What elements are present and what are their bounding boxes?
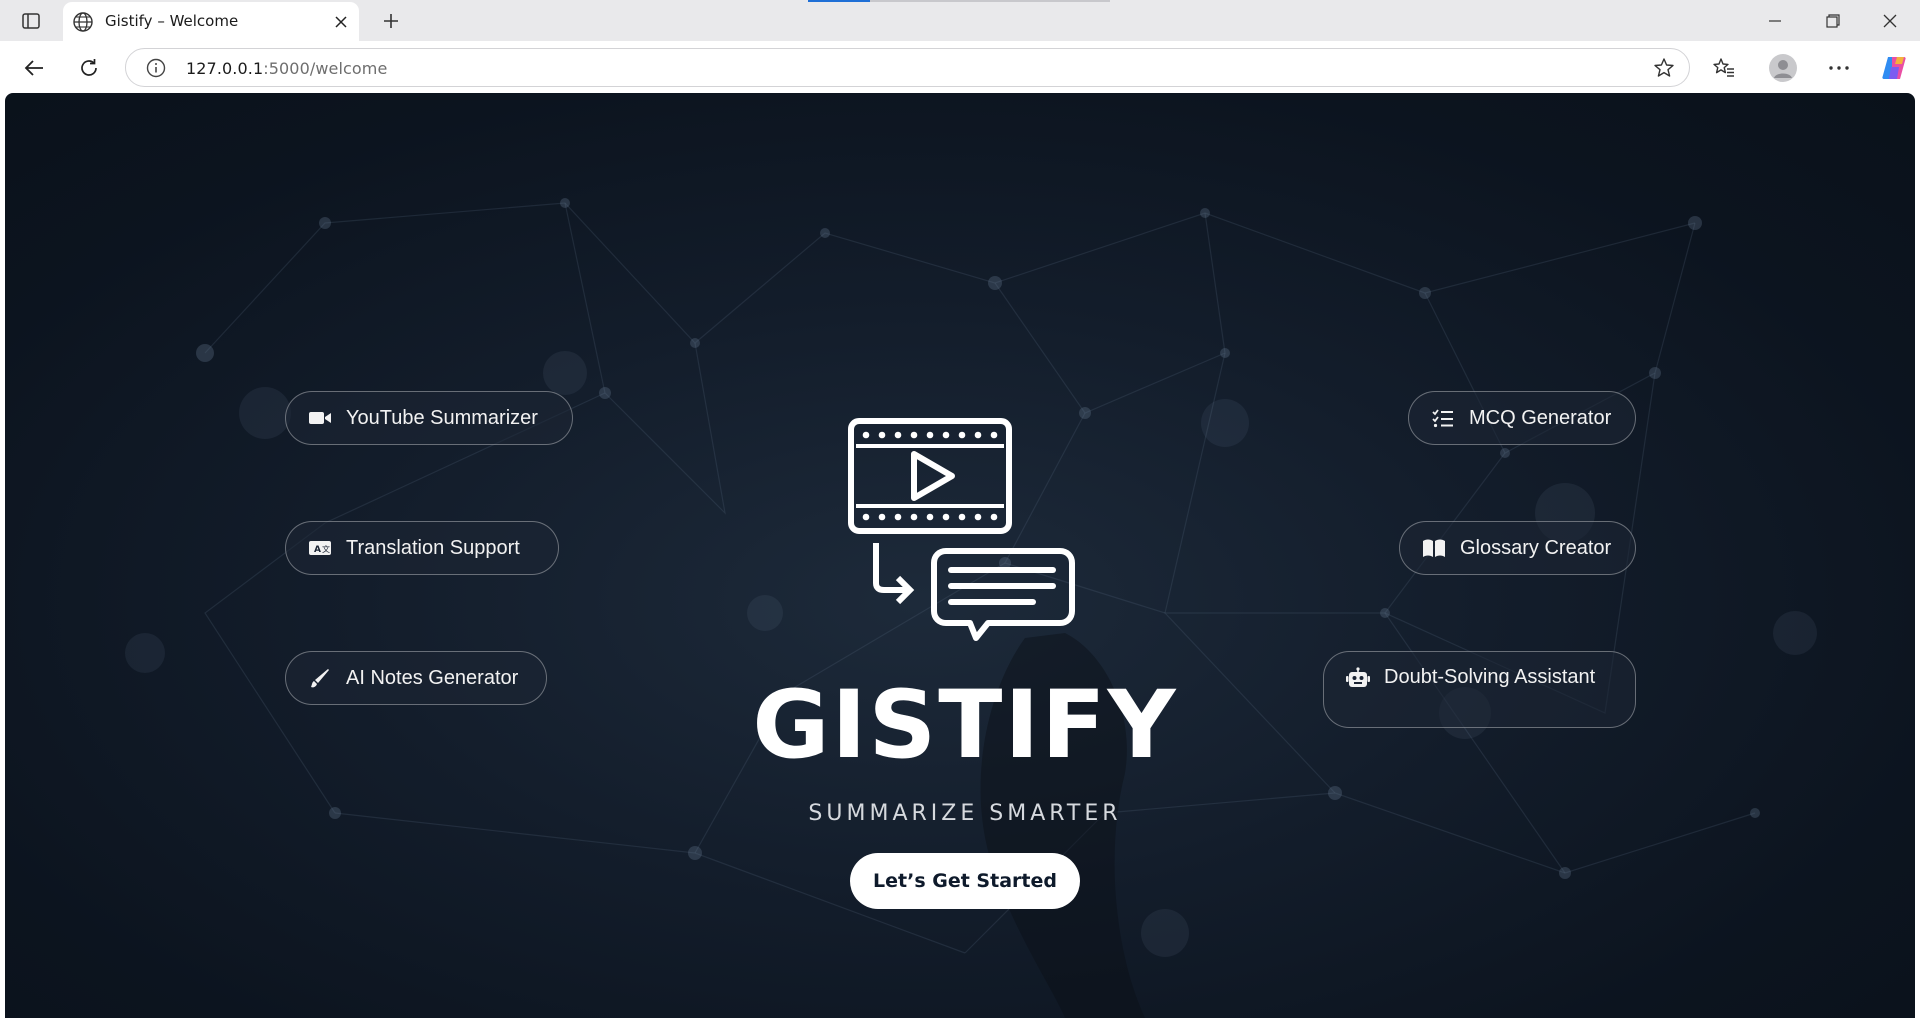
loading-indicator (808, 0, 870, 2)
book-icon (1422, 536, 1446, 560)
loading-track (870, 0, 1110, 2)
svg-text:A: A (314, 545, 321, 555)
more-icon[interactable] (1821, 50, 1857, 86)
info-icon[interactable] (146, 58, 166, 78)
feature-translation-support[interactable]: A文 Translation Support (285, 521, 559, 575)
back-arrow-icon[interactable] (16, 50, 52, 86)
window-close-icon[interactable] (1862, 0, 1918, 41)
tab-title: Gistify – Welcome (105, 12, 239, 30)
close-icon[interactable] (330, 11, 352, 33)
address-bar[interactable]: 127.0.0.1:5000/welcome (125, 48, 1690, 87)
minimize-icon[interactable] (1747, 0, 1803, 41)
checklist-icon (1431, 406, 1455, 430)
browser-tab[interactable]: Gistify – Welcome (63, 2, 359, 41)
copilot-icon[interactable] (1876, 50, 1912, 86)
language-icon: A文 (308, 536, 332, 560)
feature-label: MCQ Generator (1469, 406, 1612, 429)
restore-icon[interactable] (1805, 0, 1861, 41)
feature-label: YouTube Summarizer (346, 406, 538, 429)
url-host: 127.0.0.1 (186, 59, 264, 78)
tagline: SUMMARIZE SMARTER (808, 801, 1122, 826)
url-path: :5000/welcome (263, 59, 388, 78)
video-to-chat-logo-icon (848, 418, 1075, 641)
refresh-icon[interactable] (71, 50, 107, 86)
feature-label: Doubt-Solving Assistant (1384, 666, 1596, 688)
tab-bar: Gistify – Welcome (0, 0, 1920, 41)
feature-doubt-solving-assistant[interactable]: Doubt-Solving Assistant (1323, 651, 1636, 728)
feature-glossary-creator[interactable]: Glossary Creator (1399, 521, 1636, 575)
page-viewport: YouTube Summarizer A文 Translation Suppor… (5, 93, 1915, 1018)
favorites-icon[interactable] (1706, 50, 1742, 86)
robot-icon (1346, 666, 1370, 690)
url-text[interactable]: 127.0.0.1:5000/welcome (186, 59, 387, 78)
feature-mcq-generator[interactable]: MCQ Generator (1408, 391, 1636, 445)
brand-title: GISTIFY (752, 671, 1178, 780)
feature-label: Glossary Creator (1460, 536, 1612, 559)
svg-text:文: 文 (322, 544, 330, 554)
get-started-button[interactable]: Let’s Get Started (850, 853, 1080, 909)
feature-youtube-summarizer[interactable]: YouTube Summarizer (285, 391, 573, 445)
pen-icon (308, 666, 332, 690)
tab-actions-icon[interactable] (14, 8, 48, 34)
globe-icon (72, 11, 94, 33)
star-icon[interactable] (1653, 57, 1675, 79)
video-camera-icon (308, 406, 332, 430)
avatar-icon[interactable] (1765, 50, 1801, 86)
feature-label: Translation Support (346, 536, 520, 559)
plus-icon[interactable] (378, 8, 404, 34)
browser-toolbar: 127.0.0.1:5000/welcome (0, 41, 1920, 94)
feature-label: AI Notes Generator (346, 666, 519, 689)
feature-ai-notes-generator[interactable]: AI Notes Generator (285, 651, 547, 705)
